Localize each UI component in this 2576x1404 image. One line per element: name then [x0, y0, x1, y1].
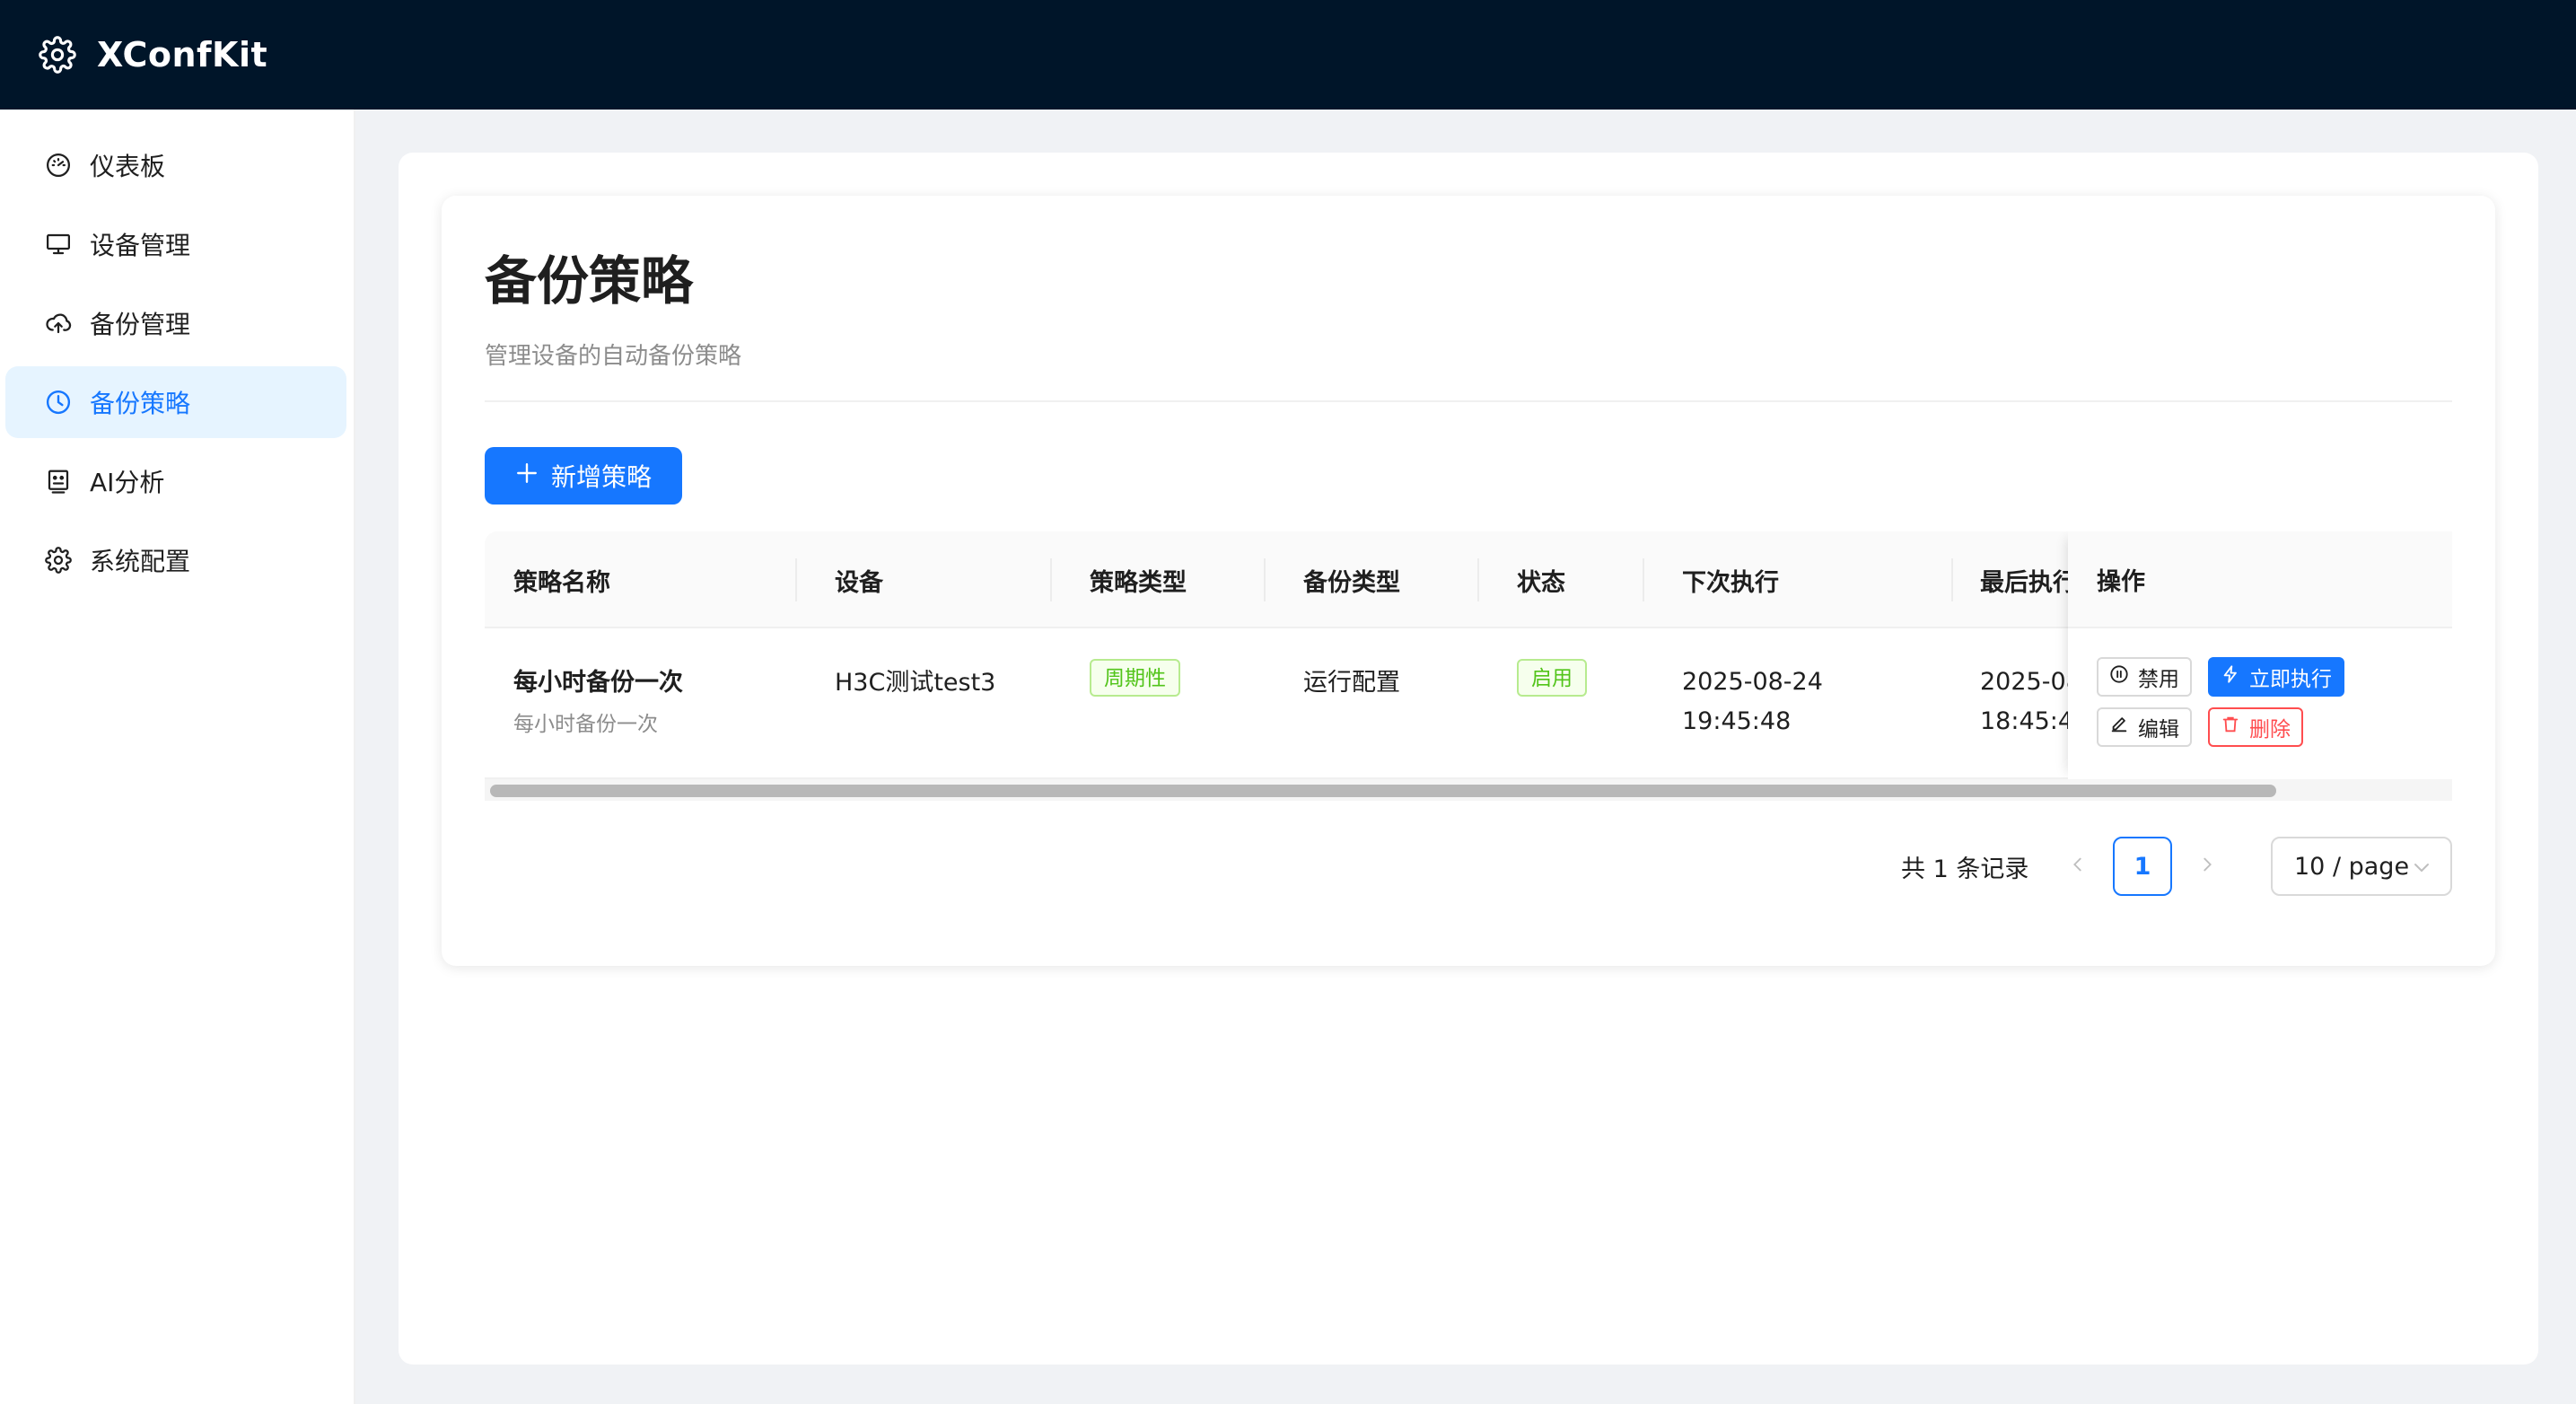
policy-name-cell: 每小时备份一次 每小时备份一次: [513, 663, 683, 737]
column-separator: [1264, 558, 1266, 601]
robot-icon: [43, 466, 74, 496]
actions-header-label: 操作: [2097, 567, 2145, 596]
add-policy-label: 新增策略: [550, 463, 652, 491]
plus-icon: [515, 461, 539, 491]
strategy-type-tag: 周期性: [1090, 659, 1180, 697]
disable-button[interactable]: 禁用: [2097, 657, 2192, 697]
disable-label: 禁用: [2138, 668, 2179, 691]
total-records: 共 1 条记录: [1901, 855, 2029, 883]
desktop-icon: [43, 229, 74, 259]
sidebar-item-dashboard[interactable]: 仪表板: [5, 129, 346, 201]
dashboard-icon: [43, 150, 74, 180]
edit-label: 编辑: [2138, 718, 2179, 741]
page-number-1[interactable]: 1: [2113, 837, 2172, 896]
settings-icon: [43, 545, 74, 575]
add-policy-button[interactable]: 新增策略: [485, 447, 682, 505]
strategy-type-cell: 周期性: [1090, 659, 1180, 697]
sidebar: 仪表板 设备管理 备份管理 备份策略 AI分析 系统配置: [0, 110, 355, 1404]
column-separator: [1643, 558, 1644, 601]
edit-button[interactable]: 编辑: [2097, 707, 2192, 747]
sidebar-item-backup-policies[interactable]: 备份策略: [5, 366, 346, 438]
scrollbar-thumb[interactable]: [490, 785, 2276, 797]
column-separator: [1951, 558, 1953, 601]
delete-button[interactable]: 删除: [2208, 707, 2303, 747]
next-run-cell: 2025-08-24 19:45:48: [1682, 663, 1823, 741]
divider: [485, 400, 2452, 402]
device-cell: H3C测试test3: [835, 669, 996, 697]
chevron-down-icon: [2411, 856, 2432, 884]
status-badge: 启用: [1517, 659, 1587, 697]
policy-description: 每小时备份一次: [513, 713, 658, 736]
policy-card: 备份策略 管理设备的自动备份策略 新增策略 策略名称 设备 策略类型 备份类型 …: [442, 196, 2495, 966]
next-page-button[interactable]: [2186, 846, 2228, 887]
column-header-device[interactable]: 设备: [835, 531, 883, 628]
column-header-status[interactable]: 状态: [1517, 531, 1565, 628]
horizontal-scrollbar[interactable]: [485, 779, 2452, 801]
sidebar-item-devices[interactable]: 设备管理: [5, 208, 346, 280]
column-separator: [795, 558, 797, 601]
policy-name: 每小时备份一次: [513, 669, 683, 697]
next-run-time: 19:45:48: [1682, 707, 1792, 735]
delete-label: 删除: [2249, 718, 2291, 741]
next-run-date: 2025-08-24: [1682, 668, 1823, 696]
edit-icon: [2109, 715, 2129, 740]
sidebar-item-label: 备份管理: [90, 310, 191, 339]
chevron-left-icon: [2068, 855, 2088, 878]
sidebar-item-label: 设备管理: [90, 231, 191, 260]
column-header-name[interactable]: 策略名称: [513, 531, 610, 628]
prev-page-button[interactable]: [2057, 846, 2098, 887]
page-title: 备份策略: [485, 250, 694, 312]
cloud-upload-icon: [43, 308, 74, 338]
sidebar-item-label: 备份策略: [90, 389, 191, 418]
page-subtitle: 管理设备的自动备份策略: [485, 343, 742, 370]
run-now-label: 立即执行: [2249, 668, 2332, 691]
policy-table: 策略名称 设备 策略类型 备份类型 状态 下次执行 最后执行 每小时备份一次 每…: [485, 531, 2452, 824]
column-header-strategy-type[interactable]: 策略类型: [1090, 531, 1187, 628]
sidebar-item-backups[interactable]: 备份管理: [5, 287, 346, 359]
sidebar-item-system-config[interactable]: 系统配置: [5, 524, 346, 596]
run-now-button[interactable]: 立即执行: [2208, 657, 2344, 697]
column-header-actions: 操作: [2068, 531, 2452, 628]
pause-circle-icon: [2109, 664, 2129, 689]
sidebar-item-label: AI分析: [90, 468, 165, 497]
sidebar-item-label: 系统配置: [90, 547, 191, 576]
pagination: 共 1 条记录 1 10 / page: [442, 837, 2452, 896]
clock-icon: [43, 387, 74, 417]
column-header-backup-type[interactable]: 备份类型: [1303, 531, 1400, 628]
status-cell: 启用: [1517, 659, 1587, 697]
chevron-right-icon: [2197, 855, 2217, 878]
column-separator: [1477, 558, 1479, 601]
backup-type-cell: 运行配置: [1303, 669, 1400, 697]
page-size-value: 10 / page: [2294, 852, 2410, 881]
trash-icon: [2221, 715, 2240, 740]
column-separator: [1050, 558, 1052, 601]
actions-column: 操作 禁用 立即执行 编辑 删除: [2068, 531, 2452, 779]
gear-icon: [38, 35, 77, 75]
sidebar-item-label: 仪表板: [90, 152, 166, 181]
sidebar-item-ai-analysis[interactable]: AI分析: [5, 445, 346, 517]
column-header-last-run[interactable]: 最后执行: [1980, 531, 2077, 628]
column-header-next-run[interactable]: 下次执行: [1682, 531, 1779, 628]
page-size-select[interactable]: 10 / page: [2271, 837, 2452, 896]
thunderbolt-icon: [2221, 664, 2240, 689]
top-header: XConfKit: [0, 0, 2576, 110]
app-title: XConfKit: [97, 35, 268, 75]
